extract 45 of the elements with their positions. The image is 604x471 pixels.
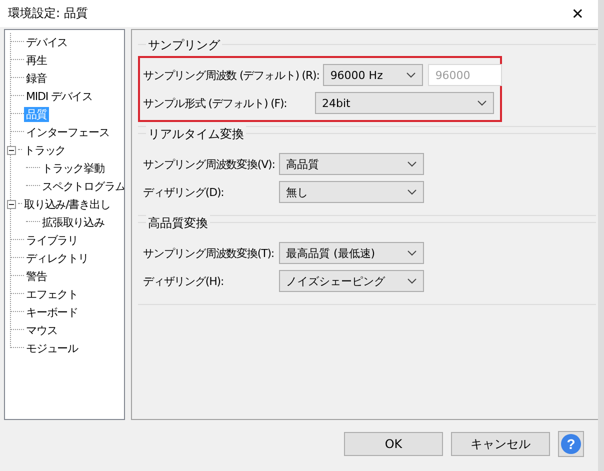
field-label: サンプリング周波数変換(T):: [143, 246, 275, 260]
window-title: 環境設定: 品質: [8, 5, 88, 22]
tree-item[interactable]: 取り込み/書き出し: [22, 196, 112, 212]
help-button[interactable]: ?: [558, 431, 584, 457]
tree-item[interactable]: モジュール: [24, 340, 80, 356]
dialog-button[interactable]: キャンセル: [451, 432, 550, 456]
dropdown[interactable]: 高品質: [279, 153, 424, 175]
tree-item[interactable]: トラック挙動: [40, 160, 106, 176]
close-button[interactable]: ✕: [567, 4, 588, 22]
chevron-down-icon: [407, 161, 417, 167]
field-label: ディザリング(D):: [143, 184, 225, 200]
field-label: ディザリング(H):: [143, 274, 225, 288]
collapse-icon[interactable]: [7, 200, 16, 208]
field-label: サンプリング周波数 (デフォルト) (R):: [143, 68, 320, 82]
tree-item[interactable]: トラック: [22, 142, 68, 158]
tree-item[interactable]: 録音: [24, 70, 49, 86]
tree-item[interactable]: 拡張取り込み: [40, 214, 106, 230]
tree-item[interactable]: MIDI デバイス: [24, 88, 95, 104]
dialog-button[interactable]: OK: [344, 432, 443, 456]
tree-item[interactable]: 警告: [24, 268, 49, 284]
tree-item[interactable]: デバイス: [24, 34, 70, 50]
dropdown[interactable]: 最高品質 (最低速): [279, 242, 424, 264]
tree-item[interactable]: マウス: [24, 322, 60, 338]
collapse-icon[interactable]: [7, 146, 16, 154]
chevron-down-icon: [407, 250, 417, 256]
tree-item[interactable]: ライブラリ: [24, 232, 80, 248]
group-title: サンプリング: [146, 37, 222, 54]
chevron-down-icon: [407, 278, 417, 284]
field-label: サンプル形式 (デフォルト) (F):: [143, 96, 288, 110]
dropdown[interactable]: 96000 Hz: [323, 64, 424, 86]
chevron-down-icon: [477, 100, 487, 106]
tree-item[interactable]: インターフェース: [24, 124, 112, 140]
group-title: 高品質変換: [146, 215, 210, 232]
tree-item[interactable]: キーボード: [24, 304, 80, 320]
tree-item[interactable]: ディレクトリ: [24, 250, 90, 266]
group-title: リアルタイム変換: [146, 126, 246, 143]
chevron-down-icon: [407, 189, 417, 195]
chevron-down-icon: [406, 72, 416, 78]
tree-item[interactable]: スペクトログラム: [40, 178, 124, 194]
tree-item[interactable]: 再生: [24, 52, 49, 68]
dropdown[interactable]: 24bit: [315, 92, 494, 114]
field-label: サンプリング周波数変換(V):: [143, 156, 275, 172]
tree-item[interactable]: エフェクト: [24, 286, 80, 302]
dropdown[interactable]: 無し: [279, 181, 424, 203]
dropdown[interactable]: ノイズシェーピング: [279, 270, 424, 292]
